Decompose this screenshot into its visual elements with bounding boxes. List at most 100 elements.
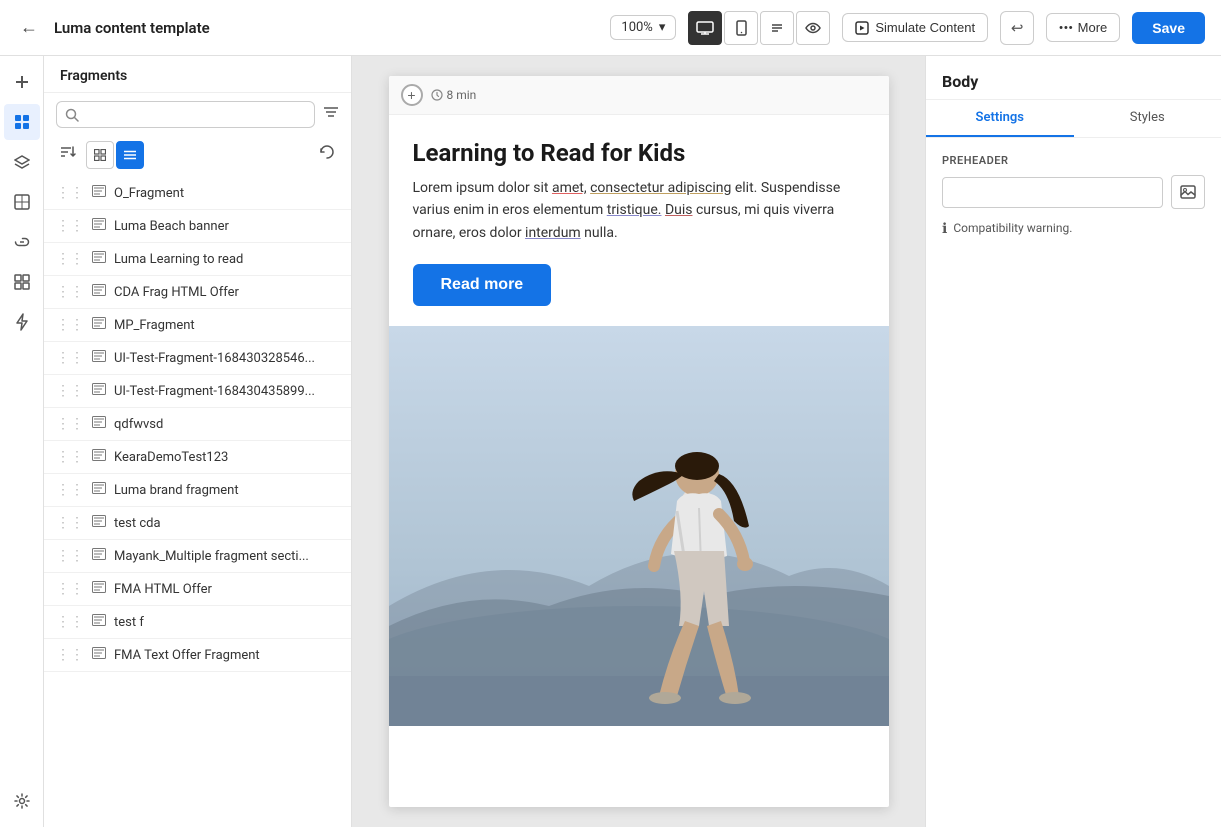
list-view-icon xyxy=(124,149,136,161)
warning-text: Compatibility warning. xyxy=(953,221,1072,235)
fragment-type-icon xyxy=(92,383,106,399)
fragment-type-icon xyxy=(92,515,106,531)
drag-handle-icon: ⋮⋮ xyxy=(56,548,84,564)
settings-bottom-icon xyxy=(14,793,30,809)
components-icon-button[interactable] xyxy=(4,184,40,220)
preview-button[interactable] xyxy=(796,11,830,45)
list-item[interactable]: ⋮⋮ qdfwvsd xyxy=(44,408,351,441)
list-item[interactable]: ⋮⋮ Mayank_Multiple fragment secti... xyxy=(44,540,351,573)
components-icon xyxy=(14,194,30,210)
image-icon xyxy=(1180,185,1196,199)
link-consectetur: consectetur adipiscing xyxy=(590,180,731,196)
add-icon-button[interactable] xyxy=(4,64,40,100)
undo-button[interactable]: ↩ xyxy=(1000,11,1034,45)
fragment-type-icon xyxy=(92,548,106,564)
fragment-type-icon xyxy=(92,185,106,201)
compatibility-warning: ℹ Compatibility warning. xyxy=(942,221,1205,237)
drag-handle-icon: ⋮⋮ xyxy=(56,416,84,432)
refresh-button[interactable] xyxy=(315,140,339,169)
article-body: Lorem ipsum dolor sit amet, consectetur … xyxy=(413,177,865,244)
icon-bar xyxy=(0,56,44,827)
list-item[interactable]: ⋮⋮ CDA Frag HTML Offer xyxy=(44,276,351,309)
links-icon-button[interactable] xyxy=(4,224,40,260)
list-item[interactable]: ⋮⋮ O_Fragment xyxy=(44,177,351,210)
text-view-button[interactable] xyxy=(760,11,794,45)
fragment-type-icon xyxy=(92,218,106,234)
list-item[interactable]: ⋮⋮ UI-Test-Fragment-168430435899... xyxy=(44,375,351,408)
fragment-name: CDA Frag HTML Offer xyxy=(114,285,339,300)
filter-icon xyxy=(323,105,339,119)
right-panel-body: PREHEADER ℹ Compatibility warning. xyxy=(926,138,1221,253)
drag-handle-icon: ⋮⋮ xyxy=(56,581,84,597)
list-item[interactable]: ⋮⋮ FMA HTML Offer xyxy=(44,573,351,606)
layers-icon xyxy=(14,155,30,169)
eye-icon xyxy=(805,22,821,34)
fragment-name: Luma Learning to read xyxy=(114,252,339,267)
fragment-type-icon xyxy=(92,449,106,465)
grid-view-button[interactable] xyxy=(86,141,114,169)
canvas-area[interactable]: + 8 min Learning to Read for Kids Lorem … xyxy=(352,56,925,827)
list-item[interactable]: ⋮⋮ Luma Learning to read xyxy=(44,243,351,276)
mobile-view-button[interactable] xyxy=(724,11,758,45)
fragment-type-icon xyxy=(92,284,106,300)
fragment-type-icon xyxy=(92,647,106,663)
sidebar-search-box[interactable] xyxy=(56,101,315,128)
fragment-name: FMA HTML Offer xyxy=(114,582,339,597)
text-icon xyxy=(770,21,784,35)
drag-handle-icon: ⋮⋮ xyxy=(56,284,84,300)
zoom-value: 100% xyxy=(621,20,652,35)
sidebar-toolbar xyxy=(44,136,351,177)
list-item[interactable]: ⋮⋮ KearaDemoTest123 xyxy=(44,441,351,474)
list-item[interactable]: ⋮⋮ test f xyxy=(44,606,351,639)
list-view-button[interactable] xyxy=(116,141,144,169)
list-item[interactable]: ⋮⋮ Luma Beach banner xyxy=(44,210,351,243)
preheader-input[interactable] xyxy=(942,177,1163,208)
zoom-selector[interactable]: 100% ▾ xyxy=(610,15,676,40)
tab-settings[interactable]: Settings xyxy=(926,100,1074,137)
link-interdum: interdum xyxy=(525,225,581,241)
runner-illustration xyxy=(389,326,889,726)
canvas-add-button[interactable]: + xyxy=(401,84,423,106)
link-tristique: tristique. xyxy=(607,202,662,218)
undo-icon: ↩ xyxy=(1011,19,1024,37)
list-item[interactable]: ⋮⋮ Luma brand fragment xyxy=(44,474,351,507)
fragments-icon-button[interactable] xyxy=(4,104,40,140)
drag-handle-icon: ⋮⋮ xyxy=(56,515,84,531)
list-item[interactable]: ⋮⋮ FMA Text Offer Fragment xyxy=(44,639,351,672)
right-panel: Body Settings Styles PREHEADER ℹ Compati… xyxy=(925,56,1221,827)
fragment-type-icon xyxy=(92,251,106,267)
list-item[interactable]: ⋮⋮ UI-Test-Fragment-168430328546... xyxy=(44,342,351,375)
fragment-name: FMA Text Offer Fragment xyxy=(114,648,339,663)
fragment-name: UI-Test-Fragment-168430328546... xyxy=(114,351,339,366)
link-amet: amet, xyxy=(552,180,587,196)
desktop-view-button[interactable] xyxy=(688,11,722,45)
fragment-type-icon xyxy=(92,482,106,498)
drag-handle-icon: ⋮⋮ xyxy=(56,383,84,399)
lightning-icon-button[interactable] xyxy=(4,304,40,340)
more-button[interactable]: ••• More xyxy=(1046,13,1120,42)
filter-button[interactable] xyxy=(323,105,339,124)
tab-styles[interactable]: Styles xyxy=(1074,100,1221,137)
fragments-icon xyxy=(14,114,30,130)
right-panel-tabs: Settings Styles xyxy=(926,100,1221,138)
grid-icon-button[interactable] xyxy=(4,264,40,300)
save-button[interactable]: Save xyxy=(1132,12,1205,44)
layers-icon-button[interactable] xyxy=(4,144,40,180)
sort-button[interactable] xyxy=(56,140,80,169)
list-item[interactable]: ⋮⋮ MP_Fragment xyxy=(44,309,351,342)
preheader-image-button[interactable] xyxy=(1171,175,1205,209)
reading-time: 8 min xyxy=(431,88,477,102)
simulate-content-button[interactable]: Body Simulate Content xyxy=(842,13,988,42)
desktop-icon xyxy=(696,21,714,35)
fragment-name: Luma Beach banner xyxy=(114,219,339,234)
fragment-name: MP_Fragment xyxy=(114,318,339,333)
topbar: ← Luma content template 100% ▾ Body Simu… xyxy=(0,0,1221,56)
back-button[interactable]: ← xyxy=(16,13,42,42)
drag-handle-icon: ⋮⋮ xyxy=(56,251,84,267)
grid-icon xyxy=(14,274,30,290)
search-input[interactable] xyxy=(85,107,306,122)
list-item[interactable]: ⋮⋮ test cda xyxy=(44,507,351,540)
settings-bottom-icon-button[interactable] xyxy=(4,783,40,819)
more-dots-icon: ••• xyxy=(1059,22,1074,34)
read-more-button[interactable]: Read more xyxy=(413,264,552,306)
